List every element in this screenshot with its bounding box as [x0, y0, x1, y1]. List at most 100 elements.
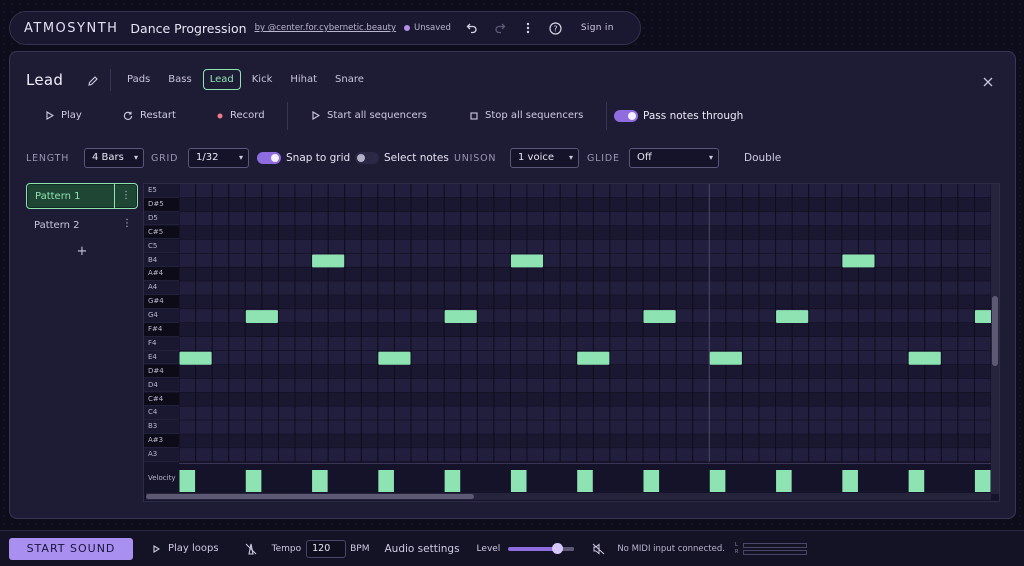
vertical-scrollbar[interactable] [991, 184, 999, 494]
piano-key[interactable]: D#5 [144, 197, 179, 212]
play-button[interactable]: Play [46, 110, 82, 121]
piano-key[interactable]: D5 [144, 211, 179, 226]
velocity-bar[interactable] [312, 470, 328, 492]
edit-pencil-icon[interactable] [87, 72, 99, 91]
note-block[interactable] [312, 254, 345, 268]
length-select[interactable]: 4 Bars ▾ [84, 148, 144, 168]
piano-key[interactable]: D4 [144, 378, 179, 393]
velocity-bar[interactable] [179, 470, 196, 492]
pass-notes-toggle[interactable]: Pass notes through [614, 110, 743, 122]
tab-pads[interactable]: Pads [120, 69, 157, 90]
pattern-item-1[interactable]: Pattern 1 ⋮ [26, 183, 138, 209]
speaker-muted-icon[interactable] [592, 542, 605, 555]
piano-key[interactable]: A#3 [144, 434, 179, 448]
pass-notes-label: Pass notes through [643, 110, 744, 122]
piano-key[interactable]: G#4 [144, 295, 179, 309]
note-block[interactable] [179, 351, 212, 365]
record-button[interactable]: Record [217, 110, 265, 121]
song-title[interactable]: Dance Progression [130, 21, 246, 36]
note-block[interactable] [378, 351, 411, 365]
note-block[interactable] [444, 310, 477, 323]
note-block[interactable] [245, 310, 278, 323]
pattern-item-2[interactable]: Pattern 2 ⋮ [26, 212, 138, 238]
tab-kick[interactable]: Kick [245, 69, 280, 90]
tab-snare[interactable]: Snare [328, 69, 371, 90]
tab-hihat[interactable]: Hihat [283, 69, 324, 90]
piano-key[interactable]: F4 [144, 336, 179, 351]
more-vertical-icon[interactable]: ⋮ [121, 190, 131, 202]
piano-key[interactable]: A4 [144, 281, 179, 295]
start-sound-button[interactable]: START SOUND [9, 537, 133, 560]
undo-icon[interactable] [465, 21, 479, 35]
piano-key[interactable]: C#5 [144, 225, 179, 240]
piano-key[interactable]: B4 [144, 253, 179, 268]
note-grid[interactable] [179, 184, 991, 462]
velocity-bar[interactable] [577, 470, 593, 492]
metronome-off-icon[interactable] [245, 543, 257, 555]
play-loops-button[interactable]: Play loops [153, 543, 219, 554]
tab-bass[interactable]: Bass [161, 69, 198, 90]
tempo-input[interactable]: 120 [306, 539, 347, 558]
note-block[interactable] [643, 310, 676, 323]
velocity-bar[interactable] [643, 470, 660, 492]
piano-key[interactable]: B3 [144, 420, 179, 434]
note-block[interactable] [908, 351, 941, 365]
pass-notes-switch[interactable] [614, 110, 638, 122]
piano-key[interactable]: E5 [144, 184, 179, 198]
horizontal-scrollbar[interactable] [146, 493, 991, 500]
glide-label: GLIDE [587, 153, 620, 164]
level-slider-knob[interactable] [552, 542, 564, 554]
piano-key[interactable]: A#4 [144, 267, 179, 282]
glide-select[interactable]: Off ▾ [629, 148, 719, 168]
note-block[interactable] [577, 351, 610, 365]
more-vertical-icon[interactable]: ⋮ [122, 218, 132, 230]
piano-key[interactable]: C4 [144, 406, 179, 421]
add-pattern-button[interactable]: + [26, 244, 138, 259]
piano-key[interactable]: C5 [144, 239, 179, 254]
author-link[interactable]: by @center.for.cybernetic.beauty [255, 23, 396, 33]
vertical-scroll-thumb[interactable] [992, 296, 998, 366]
help-icon[interactable]: ? [549, 21, 563, 35]
horizontal-scroll-thumb[interactable] [146, 494, 474, 499]
note-block[interactable] [510, 254, 544, 268]
piano-key[interactable]: D#4 [144, 364, 179, 379]
snap-to-grid-switch[interactable] [257, 152, 281, 164]
stop-all-sequencers-button[interactable]: Stop all sequencers [470, 110, 583, 121]
start-all-sequencers-button[interactable]: Start all sequencers [312, 110, 427, 121]
note-block[interactable] [974, 310, 991, 323]
stop-icon [470, 111, 478, 120]
level-slider[interactable] [508, 542, 575, 554]
velocity-bar[interactable] [974, 470, 991, 492]
sign-in-button[interactable]: Sign in [581, 23, 614, 33]
velocity-bar[interactable] [444, 470, 461, 492]
redo-icon[interactable] [493, 21, 507, 35]
velocity-bar[interactable] [908, 470, 925, 492]
note-block[interactable] [709, 351, 742, 365]
more-vertical-icon[interactable] [521, 21, 535, 35]
velocity-bar[interactable] [510, 470, 527, 492]
velocity-lane[interactable] [179, 463, 991, 494]
app-logo[interactable]: ATMOSYNTH [24, 21, 118, 36]
note-block[interactable] [842, 254, 875, 268]
velocity-bar[interactable] [245, 470, 262, 492]
restart-button[interactable]: Restart [123, 110, 176, 121]
double-button[interactable]: Double [744, 152, 781, 164]
unison-select[interactable]: 1 voice ▾ [510, 148, 579, 168]
close-icon[interactable] [983, 72, 993, 91]
piano-key[interactable]: C#4 [144, 392, 179, 407]
tab-lead[interactable]: Lead [202, 69, 241, 90]
pattern-name: Pattern 1 [35, 190, 81, 202]
piano-key[interactable]: G4 [144, 309, 179, 323]
piano-key[interactable]: A3 [144, 448, 179, 462]
piano-key[interactable]: E4 [144, 350, 179, 365]
note-block[interactable] [776, 310, 809, 323]
audio-settings-button[interactable]: Audio settings [384, 543, 459, 555]
grid-row [179, 184, 991, 198]
grid-select[interactable]: 1/32 ▾ [188, 148, 249, 168]
velocity-bar[interactable] [378, 470, 394, 492]
velocity-bar[interactable] [776, 470, 792, 492]
velocity-bar[interactable] [842, 470, 858, 492]
piano-key[interactable]: F#4 [144, 323, 179, 337]
select-notes-switch[interactable] [355, 152, 379, 164]
velocity-bar[interactable] [709, 470, 726, 492]
